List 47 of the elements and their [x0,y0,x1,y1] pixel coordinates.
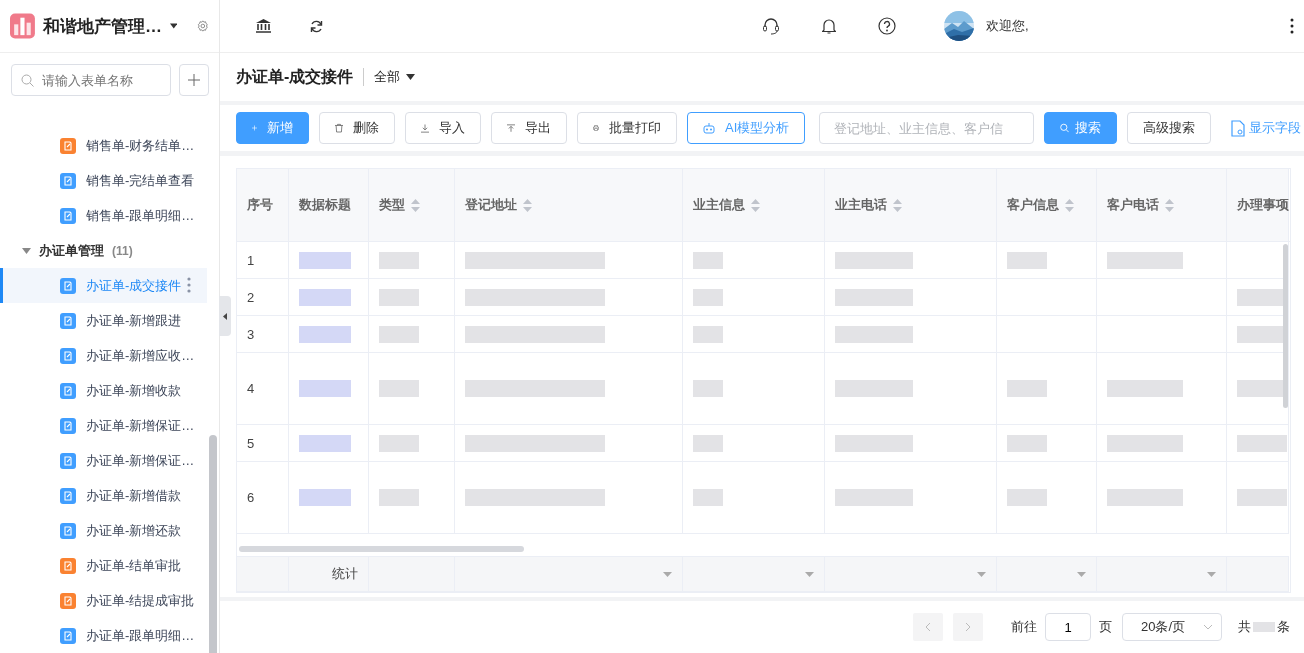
import-button[interactable]: 导入 [405,112,481,144]
search-field[interactable]: 登记地址、业主信息、客户信 [819,112,1035,144]
sidebar-item[interactable]: 销售单-跟单明细… [0,198,219,233]
export-button[interactable]: 导出 [491,112,567,144]
sidebar-item[interactable]: 办证单-新增借款 [0,478,219,513]
page-size-select[interactable]: 20条/页 [1122,613,1222,641]
column-header[interactable]: 类型 [368,169,454,241]
page-input[interactable]: 1 [1045,613,1091,641]
search-field[interactable]: 请输入表单名称 [11,64,171,96]
summary-label: 统计 [288,556,368,592]
column-header[interactable]: 业主信息 [682,169,824,241]
print-button[interactable]: 批量打印 [577,112,677,144]
sidebar-item[interactable]: 办证单-结提成审批 [0,583,219,618]
column-header: 数据标题 [288,169,368,241]
total-label: 条 [1277,618,1290,636]
sidebar-item[interactable]: 办证单-跟单明细… [0,618,219,653]
table-cell: 4 [237,352,288,425]
sidebar-item[interactable]: 办证单-新增应收… [0,338,219,373]
sidebar-group[interactable]: 办证单管理 (11) [0,233,219,268]
column-header[interactable]: 业主电话 [824,169,996,241]
column-header[interactable]: 客户信息 [996,169,1096,241]
total-label: 共 [1238,618,1251,636]
table-cell: 5 [237,424,288,462]
app-title: 和谐地产管理… [42,15,162,38]
sidebar-item[interactable]: 办证单-新增保证… [0,443,219,478]
sidebar-item[interactable]: 办证单-新增保证… [0,408,219,443]
sidebar-item[interactable]: 办证单-新增还款 [0,513,219,548]
column-header[interactable]: 登记地址 [454,169,682,241]
delete-button[interactable]: 删除 [319,112,395,144]
goto-label: 前往 [1011,618,1037,636]
column-header: 办理事项 [1226,169,1288,241]
table-cell: 3 [237,315,288,353]
page-title: 办证单-成交接件 [236,66,354,87]
table-cell: 6 [237,461,288,534]
filter-dropdown[interactable]: 全部 [374,68,416,86]
table-cell: 1 [237,242,288,279]
sidebar-item[interactable]: 办证单-新增跟进 [0,303,219,338]
page-label: 页 [1099,618,1112,636]
column-header: 序号 [237,169,288,241]
sidebar-item[interactable]: 办证单-结单审批 [0,548,219,583]
table-cell: 2 [237,278,288,316]
sidebar-item[interactable]: 销售单-完结单查看 [0,163,219,198]
column-header[interactable]: 客户电话 [1096,169,1226,241]
advanced-search-button[interactable]: 高级搜索 [1127,112,1212,144]
sidebar-item[interactable]: 办证单-新增收款 [0,373,219,408]
sidebar-item[interactable]: 销售单-财务结单… [0,128,219,163]
greeting: 欢迎您, [986,17,1029,35]
